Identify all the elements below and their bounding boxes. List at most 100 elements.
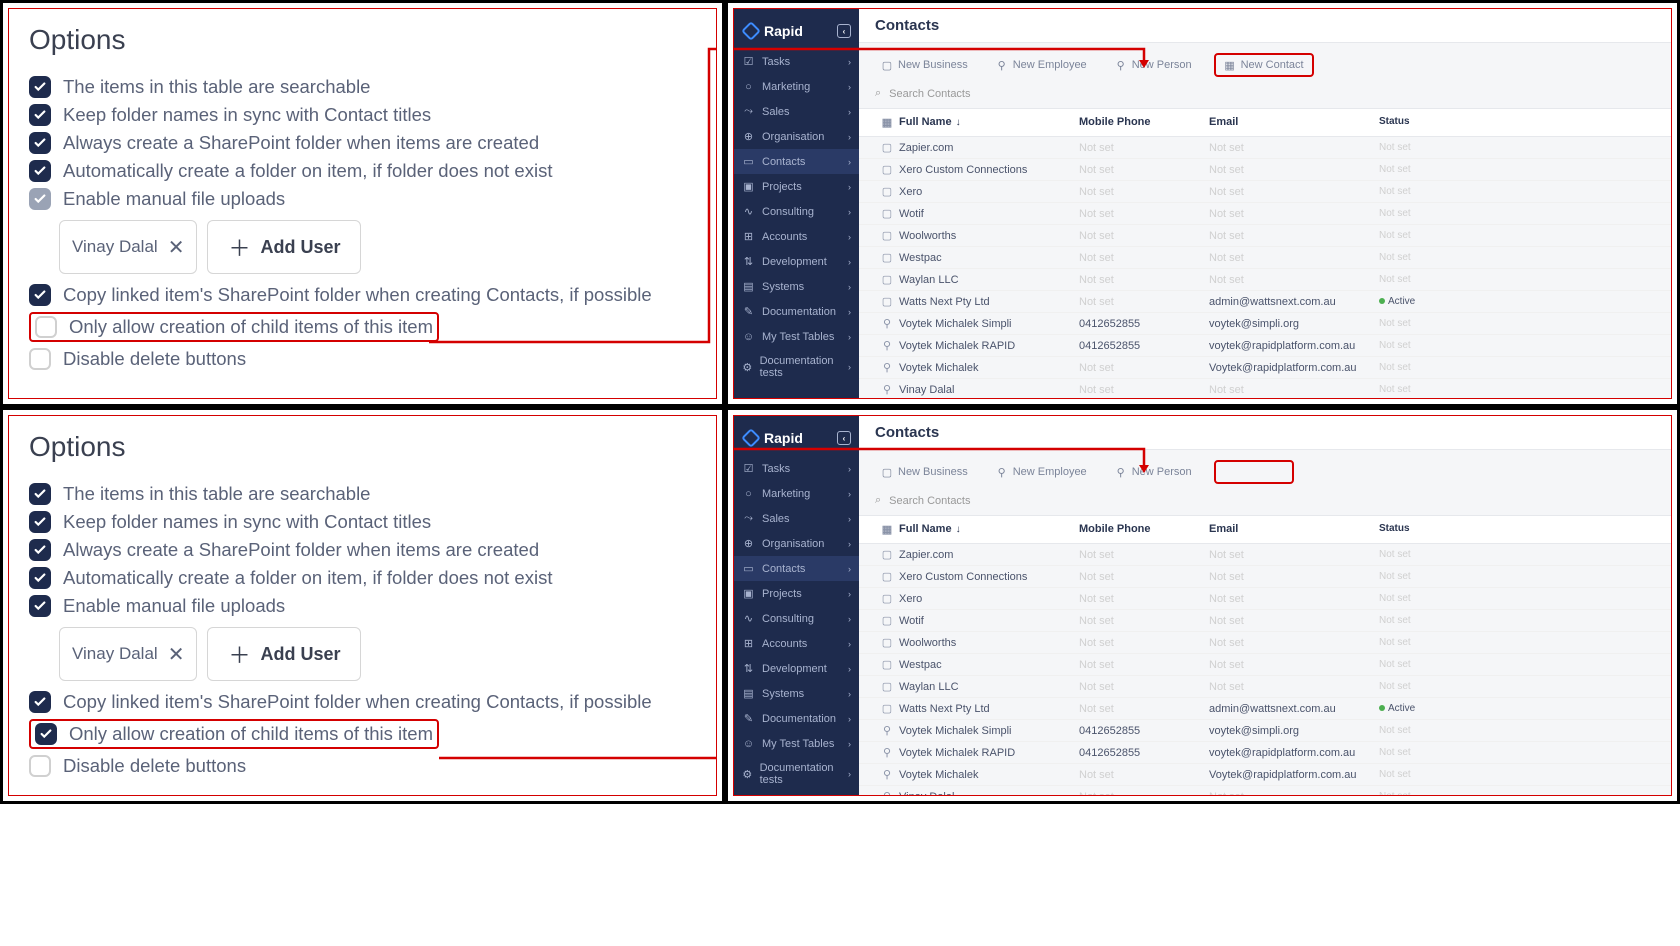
col-header-mobile[interactable]: Mobile Phone bbox=[1079, 116, 1209, 129]
nav-item-my-test-tables[interactable]: ☺My Test Tables› bbox=[734, 731, 859, 756]
checkbox-sharepoint-folder[interactable] bbox=[29, 132, 51, 154]
tab-new-contact-highlighted[interactable]: ▦New Contact bbox=[1214, 53, 1314, 77]
table-row[interactable]: ▢XeroNot setNot setNot set bbox=[859, 588, 1671, 610]
collapse-sidebar-icon[interactable]: ‹ bbox=[837, 24, 851, 38]
table-row[interactable]: ▢Zapier.comNot setNot setNot set bbox=[859, 544, 1671, 566]
checkbox-disable-delete[interactable] bbox=[29, 348, 51, 370]
nav-item-accounts[interactable]: ⊞Accounts› bbox=[734, 631, 859, 656]
checkbox-searchable[interactable] bbox=[29, 76, 51, 98]
nav-item-organisation[interactable]: ⊕Organisation› bbox=[734, 124, 859, 149]
remove-chip-icon[interactable]: ✕ bbox=[168, 235, 185, 260]
checkbox-child-items[interactable] bbox=[35, 316, 57, 338]
row-name: Westpac bbox=[899, 659, 1079, 671]
table-row[interactable]: ▢WotifNot setNot setNot set bbox=[859, 610, 1671, 632]
user-chip[interactable]: Vinay Dalal✕ bbox=[59, 627, 197, 681]
table-row[interactable]: ⚲Voytek Michalek Simpli0412652855voytek@… bbox=[859, 720, 1671, 742]
nav-item-consulting[interactable]: ∿Consulting› bbox=[734, 606, 859, 631]
col-header-name[interactable]: Full Name↓ bbox=[899, 523, 1079, 536]
search-row[interactable]: ⌕Search Contacts bbox=[859, 490, 1671, 516]
tab-new-person[interactable]: ⚲New Person bbox=[1109, 56, 1198, 74]
checkbox-manual-upload[interactable] bbox=[29, 595, 51, 617]
nav-item-organisation[interactable]: ⊕Organisation› bbox=[734, 531, 859, 556]
checkbox-auto-folder[interactable] bbox=[29, 567, 51, 589]
nav-item-projects[interactable]: ▣Projects› bbox=[734, 581, 859, 606]
nav-item-marketing[interactable]: ○Marketing› bbox=[734, 74, 859, 99]
table-row[interactable]: ▢Xero Custom ConnectionsNot setNot setNo… bbox=[859, 566, 1671, 588]
table-row[interactable]: ▢XeroNot setNot setNot set bbox=[859, 181, 1671, 203]
col-header-status[interactable]: Status bbox=[1379, 523, 1429, 536]
nav-item-documentation[interactable]: ✎Documentation› bbox=[734, 706, 859, 731]
chevron-right-icon: › bbox=[848, 157, 851, 167]
tab-new-employee[interactable]: ⚲New Employee bbox=[990, 56, 1093, 74]
table-row[interactable]: ▢Zapier.comNot setNot setNot set bbox=[859, 137, 1671, 159]
table-row[interactable]: ▢WestpacNot setNot setNot set bbox=[859, 654, 1671, 676]
table-row[interactable]: ▢WoolworthsNot setNot setNot set bbox=[859, 225, 1671, 247]
nav-item-documentation[interactable]: ✎Documentation› bbox=[734, 299, 859, 324]
nav-item-consulting[interactable]: ∿Consulting› bbox=[734, 199, 859, 224]
col-header-status[interactable]: Status bbox=[1379, 116, 1429, 129]
tab-new-person[interactable]: ⚲New Person bbox=[1109, 463, 1198, 481]
table-row[interactable]: ▢Waylan LLCNot setNot setNot set bbox=[859, 676, 1671, 698]
add-user-button[interactable]: ＋Add User bbox=[207, 220, 361, 274]
col-select-icon[interactable]: ▦ bbox=[875, 523, 899, 536]
user-chip[interactable]: Vinay Dalal✕ bbox=[59, 220, 197, 274]
tab-new-business[interactable]: ▢New Business bbox=[875, 56, 974, 74]
checkbox-child-items[interactable] bbox=[35, 723, 57, 745]
table-row[interactable]: ⚲Voytek Michalek Simpli0412652855voytek@… bbox=[859, 313, 1671, 335]
nav-item-documentation-tests[interactable]: ⚙Documentation tests› bbox=[734, 349, 859, 385]
tab-new-business[interactable]: ▢New Business bbox=[875, 463, 974, 481]
nav-item-systems[interactable]: ▤Systems› bbox=[734, 681, 859, 706]
table-row[interactable]: ▢WestpacNot setNot setNot set bbox=[859, 247, 1671, 269]
table-row[interactable]: ▢Waylan LLCNot setNot setNot set bbox=[859, 269, 1671, 291]
table-row[interactable]: ⚲Vinay DalalNot setNot setNot set bbox=[859, 379, 1671, 398]
nav-item-marketing[interactable]: ○Marketing› bbox=[734, 481, 859, 506]
nav-item-projects[interactable]: ▣Projects› bbox=[734, 174, 859, 199]
table-row[interactable]: ⚲Voytek MichalekNot setVoytek@rapidplatf… bbox=[859, 357, 1671, 379]
person-icon: ⚲ bbox=[1115, 466, 1127, 478]
nav-item-my-test-tables[interactable]: ☺My Test Tables› bbox=[734, 324, 859, 349]
tab-new-employee[interactable]: ⚲New Employee bbox=[990, 463, 1093, 481]
col-header-email[interactable]: Email bbox=[1209, 116, 1379, 129]
remove-chip-icon[interactable]: ✕ bbox=[168, 642, 185, 667]
checkbox-copy-linked[interactable] bbox=[29, 284, 51, 306]
col-select-icon[interactable]: ▦ bbox=[875, 116, 899, 129]
checkbox-manual-upload[interactable] bbox=[29, 188, 51, 210]
table-row[interactable]: ▢Watts Next Pty LtdNot setadmin@wattsnex… bbox=[859, 698, 1671, 720]
table-row[interactable]: ▢WoolworthsNot setNot setNot set bbox=[859, 632, 1671, 654]
checkbox-sharepoint-folder[interactable] bbox=[29, 539, 51, 561]
nav-item-accounts[interactable]: ⊞Accounts› bbox=[734, 224, 859, 249]
nav-item-development[interactable]: ⇅Development› bbox=[734, 656, 859, 681]
nav-item-development[interactable]: ⇅Development› bbox=[734, 249, 859, 274]
nav-item-tasks[interactable]: ☑Tasks› bbox=[734, 456, 859, 481]
collapse-sidebar-icon[interactable]: ‹ bbox=[837, 431, 851, 445]
table-row[interactable]: ▢Watts Next Pty LtdNot setadmin@wattsnex… bbox=[859, 291, 1671, 313]
row-mobile: 0412652855 bbox=[1079, 318, 1209, 330]
row-email: Not set bbox=[1209, 186, 1379, 198]
nav-item-contacts[interactable]: ▭Contacts› bbox=[734, 149, 859, 174]
table-row[interactable]: ⚲Voytek MichalekNot setVoytek@rapidplatf… bbox=[859, 764, 1671, 786]
checkbox-sync-folders[interactable] bbox=[29, 104, 51, 126]
nav-label: Sales bbox=[762, 106, 790, 118]
table-row[interactable]: ⚲Voytek Michalek RAPID0412652855voytek@r… bbox=[859, 742, 1671, 764]
checkbox-auto-folder[interactable] bbox=[29, 160, 51, 182]
nav-item-contacts[interactable]: ▭Contacts› bbox=[734, 556, 859, 581]
checkbox-copy-linked[interactable] bbox=[29, 691, 51, 713]
col-header-mobile[interactable]: Mobile Phone bbox=[1079, 523, 1209, 536]
add-user-button[interactable]: ＋Add User bbox=[207, 627, 361, 681]
col-header-name[interactable]: Full Name↓ bbox=[899, 116, 1079, 129]
checkbox-disable-delete[interactable] bbox=[29, 755, 51, 777]
table-row[interactable]: ▢Xero Custom ConnectionsNot setNot setNo… bbox=[859, 159, 1671, 181]
checkbox-sync-folders[interactable] bbox=[29, 511, 51, 533]
table-row[interactable]: ⚲Vinay DalalNot setNot setNot set bbox=[859, 786, 1671, 795]
col-header-email[interactable]: Email bbox=[1209, 523, 1379, 536]
checkbox-searchable[interactable] bbox=[29, 483, 51, 505]
nav-item-sales[interactable]: ⤳Sales› bbox=[734, 506, 859, 531]
nav-item-tasks[interactable]: ☑Tasks› bbox=[734, 49, 859, 74]
table-row[interactable]: ⚲Voytek Michalek RAPID0412652855voytek@r… bbox=[859, 335, 1671, 357]
table-row[interactable]: ▢WotifNot setNot setNot set bbox=[859, 203, 1671, 225]
nav-item-systems[interactable]: ▤Systems› bbox=[734, 274, 859, 299]
nav-item-documentation-tests[interactable]: ⚙Documentation tests› bbox=[734, 756, 859, 792]
nav-item-sales[interactable]: ⤳Sales› bbox=[734, 99, 859, 124]
row-type-icon: ▢ bbox=[875, 570, 899, 583]
search-row[interactable]: ⌕Search Contacts bbox=[859, 83, 1671, 109]
